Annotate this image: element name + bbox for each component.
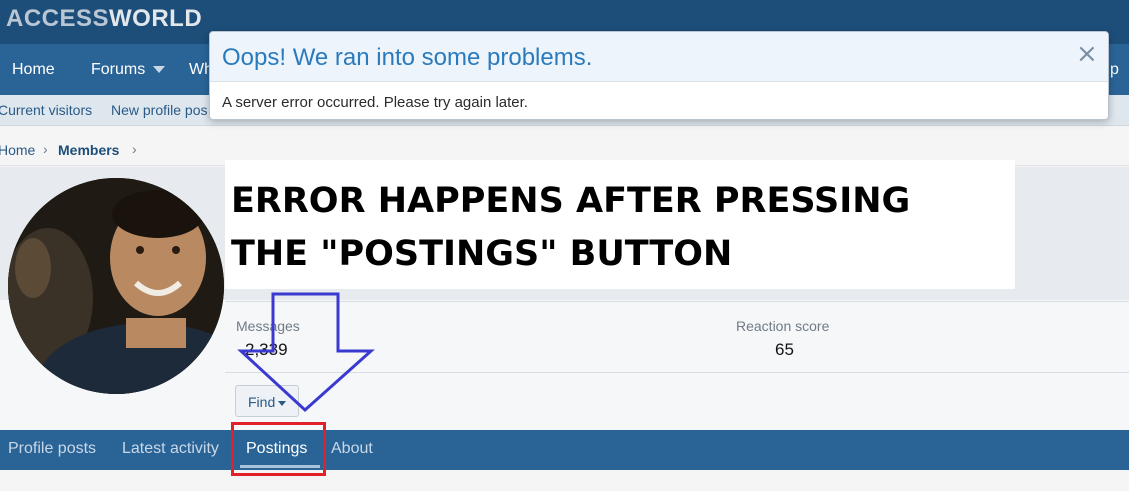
close-icon[interactable]: × [1076,41,1098,67]
error-dialog-header: Oops! We ran into some problems. × [210,32,1108,82]
error-dialog-title: Oops! We ran into some problems. [222,44,593,71]
error-dialog: Oops! We ran into some problems. × A ser… [209,31,1109,120]
error-message: A server error occurred. Please try agai… [222,94,528,111]
